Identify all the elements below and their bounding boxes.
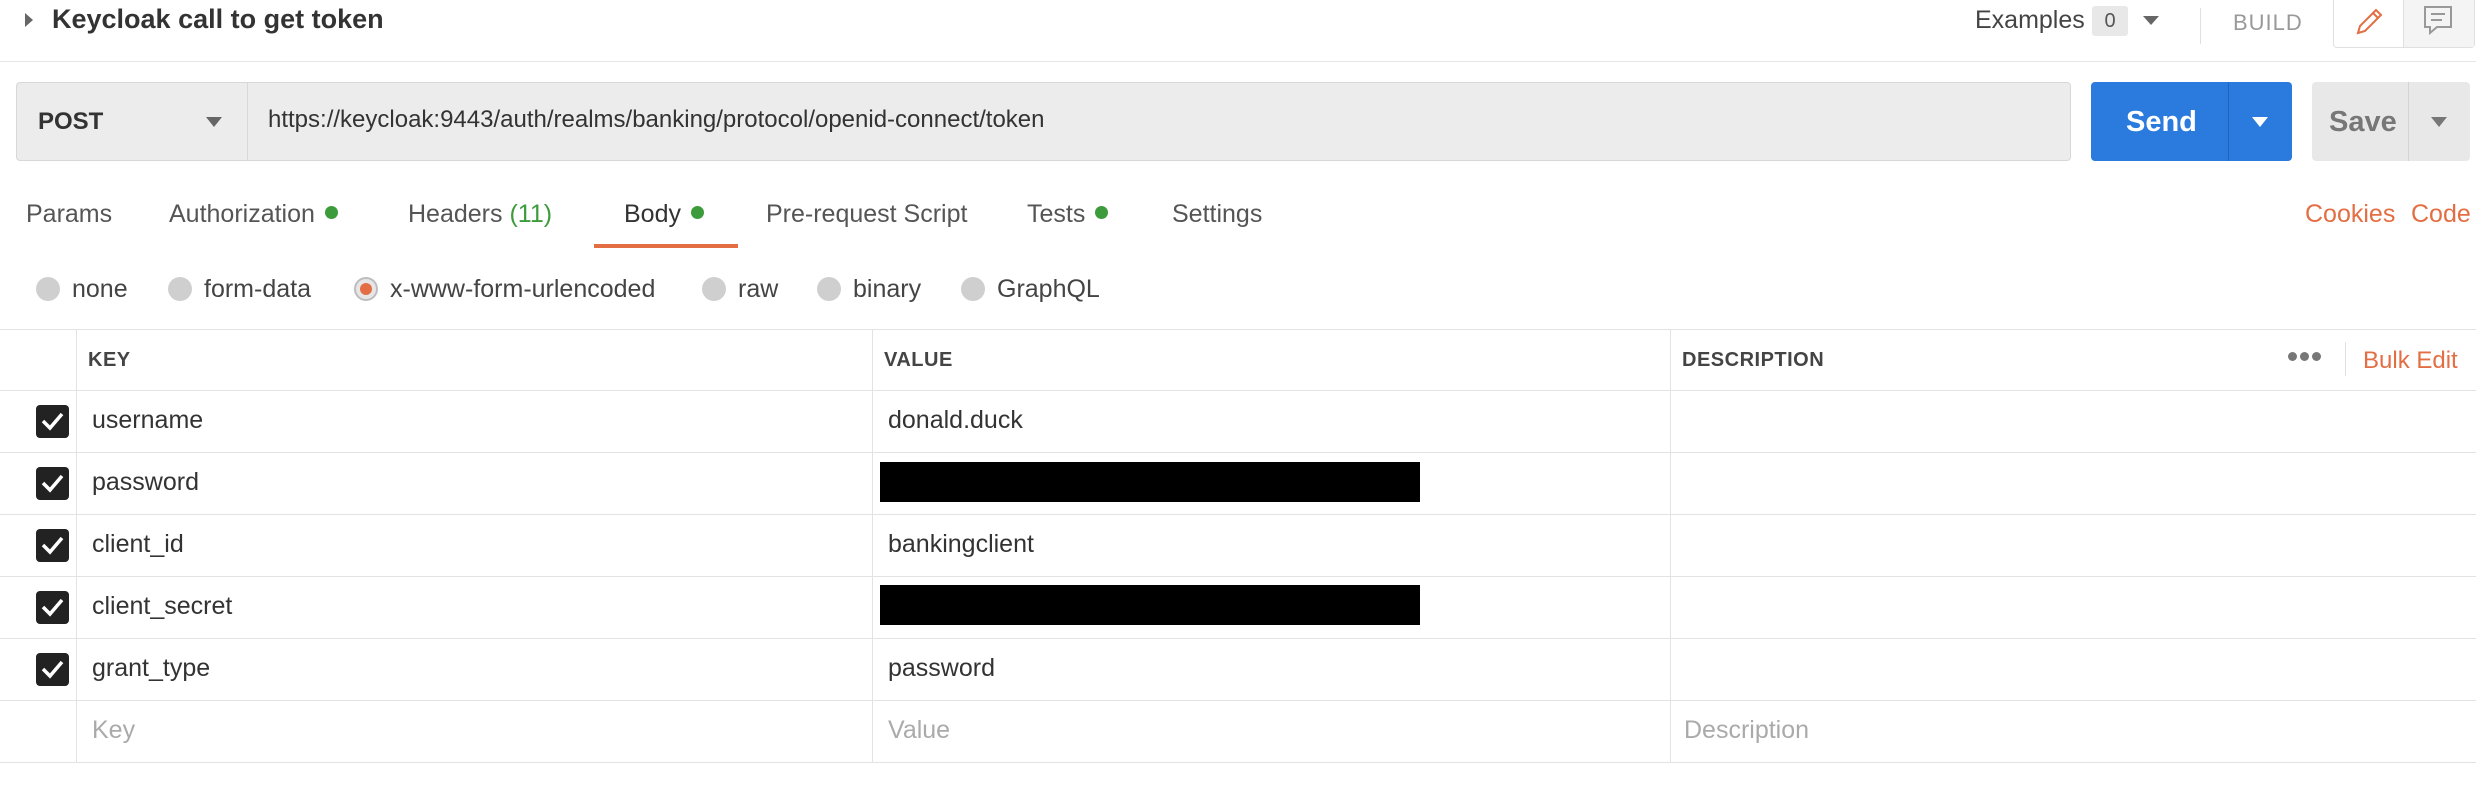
new-key-input[interactable]: Key [92, 716, 135, 745]
key-cell[interactable]: client_secret [92, 592, 232, 621]
tab-settings[interactable]: Settings [1172, 200, 1262, 229]
radio-button-selected[interactable] [354, 277, 378, 301]
table-border [0, 762, 2476, 763]
pencil-icon [2356, 8, 2383, 35]
key-cell[interactable]: password [92, 468, 199, 497]
build-mode-label[interactable]: BUILD [2233, 10, 2303, 36]
redacted-value [880, 585, 1420, 625]
bulk-edit-link[interactable]: Bulk Edit [2363, 347, 2458, 375]
row-checkbox[interactable] [36, 405, 69, 438]
tab-body[interactable]: Body [624, 200, 704, 229]
table-border [0, 638, 2476, 639]
radio-button[interactable] [168, 277, 192, 301]
radio-button[interactable] [36, 277, 60, 301]
active-tab-indicator [594, 244, 738, 248]
chevron-down-icon[interactable] [2143, 16, 2159, 25]
examples-count-badge: 0 [2092, 6, 2128, 36]
save-label: Save [2329, 106, 2397, 138]
table-border [0, 514, 2476, 515]
status-dot [324, 206, 338, 219]
table-border [1670, 329, 1671, 762]
url-value: https://keycloak:9443/auth/realms/bankin… [268, 106, 1045, 133]
check-icon [41, 412, 64, 431]
table-border [0, 700, 2476, 701]
value-cell[interactable]: bankingclient [888, 530, 1034, 559]
tab-pre-request-script[interactable]: Pre-request Script [766, 200, 967, 229]
new-description-input[interactable]: Description [1684, 716, 1809, 745]
row-checkbox[interactable] [36, 653, 69, 686]
table-border [0, 329, 2476, 330]
code-link[interactable]: Code [2411, 200, 2471, 229]
radio-button[interactable] [817, 277, 841, 301]
cookies-link[interactable]: Cookies [2305, 200, 2395, 229]
new-value-input[interactable]: Value [888, 716, 950, 745]
row-checkbox[interactable] [36, 467, 69, 500]
table-border [0, 576, 2476, 577]
tab-authorization[interactable]: Authorization [169, 200, 338, 229]
redacted-value [880, 462, 1420, 502]
column-header-value: VALUE [884, 349, 953, 371]
table-border [76, 329, 77, 762]
check-icon [41, 598, 64, 617]
tab-tests[interactable]: Tests [1027, 200, 1109, 229]
edit-mode-button[interactable] [2334, 0, 2404, 47]
table-border [0, 452, 2476, 453]
column-header-key: KEY [88, 349, 131, 371]
row-checkbox[interactable] [36, 529, 69, 562]
row-checkbox[interactable] [36, 591, 69, 624]
key-cell[interactable]: username [92, 406, 203, 435]
request-name[interactable]: Keycloak call to get token [52, 4, 384, 35]
method-value: POST [38, 108, 104, 135]
key-cell[interactable]: grant_type [92, 654, 210, 683]
check-icon [41, 660, 64, 679]
more-options-icon[interactable] [2288, 352, 2322, 362]
comment-icon [2424, 6, 2452, 36]
column-header-description: DESCRIPTION [1682, 349, 1825, 371]
table-border [872, 329, 873, 762]
check-icon [41, 536, 64, 555]
value-cell[interactable]: donald.duck [888, 406, 1023, 435]
key-cell[interactable]: client_id [92, 530, 184, 559]
chevron-down-icon [2252, 117, 2268, 127]
divider [2200, 8, 2201, 44]
chevron-down-icon [206, 117, 222, 127]
expand-caret-icon[interactable] [25, 13, 33, 27]
radio-button[interactable] [702, 277, 726, 301]
tab-headers[interactable]: Headers (11) [408, 200, 552, 229]
status-dot [1095, 206, 1109, 219]
table-border [0, 390, 2476, 391]
send-label: Send [2126, 106, 2197, 138]
headers-count: (11) [509, 200, 553, 228]
value-cell[interactable]: password [888, 654, 995, 683]
tab-params[interactable]: Params [26, 200, 112, 229]
check-icon [41, 474, 64, 493]
radio-button[interactable] [961, 277, 985, 301]
status-dot [690, 206, 704, 219]
divider [2345, 342, 2346, 376]
chevron-down-icon [2431, 117, 2447, 127]
comments-button[interactable] [2404, 0, 2474, 47]
examples-dropdown[interactable]: Examples [1975, 6, 2085, 35]
